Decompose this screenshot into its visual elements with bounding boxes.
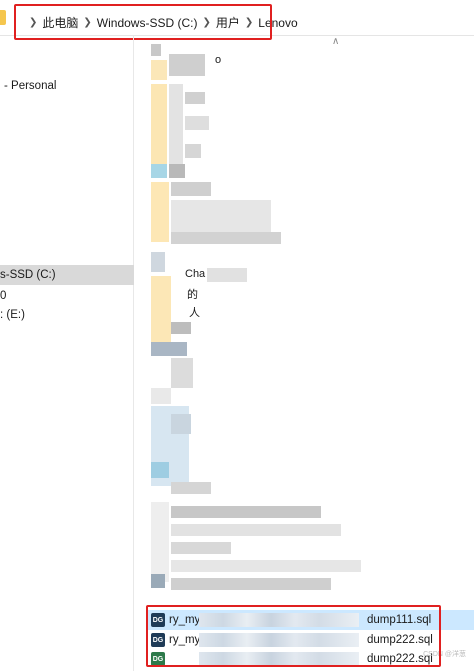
- blurred-row: [151, 388, 171, 404]
- blurred-row: [151, 164, 167, 178]
- blurred-row: [171, 358, 193, 388]
- breadcrumb-this-pc[interactable]: 此电脑: [42, 14, 78, 31]
- blurred-row: [169, 164, 185, 178]
- blurred-row: [171, 524, 341, 536]
- navigation-pane[interactable]: - Personal s-SSD (C:) 0 : (E:): [0, 36, 134, 671]
- blurred-row: [151, 252, 165, 272]
- datagrip-sql-icon: DG: [151, 633, 165, 647]
- blurred-row: [151, 574, 165, 588]
- file-name-prefix: ry_my: [169, 634, 201, 646]
- blurred-row: [171, 578, 331, 590]
- breadcrumb[interactable]: ❯ 此电脑 ❯ Windows-SSD (C:) ❯ 用户 ❯ Lenovo: [14, 5, 298, 40]
- blurred-row: [185, 92, 205, 104]
- blurred-row: [151, 342, 187, 356]
- file-list[interactable]: ∧ o Cha 的 人 DG ry_my dump111.sql DG ry_m…: [135, 36, 474, 671]
- blurred-row: [171, 482, 211, 494]
- address-bar[interactable]: ❯ 此电脑 ❯ Windows-SSD (C:) ❯ 用户 ❯ Lenovo: [0, 0, 474, 36]
- breadcrumb-lenovo[interactable]: Lenovo: [258, 16, 297, 30]
- datagrip-sql-icon: DG: [151, 613, 165, 627]
- nav-item-drive-d[interactable]: 0: [0, 286, 134, 306]
- redacted-name: [199, 613, 359, 627]
- chevron-right-icon: ❯: [202, 17, 211, 28]
- file-name-prefix: ry_my: [169, 614, 201, 626]
- nav-item-onedrive-personal[interactable]: - Personal: [0, 76, 134, 96]
- blurred-row: [171, 542, 231, 554]
- chevron-right-icon: ❯: [244, 17, 254, 28]
- watermark: CSDN @洋葱: [423, 651, 466, 658]
- folder-icon: [0, 10, 6, 25]
- blurred-row: [151, 84, 167, 164]
- blurred-row: [171, 232, 281, 244]
- nav-item-drive-e[interactable]: : (E:): [0, 305, 134, 325]
- blurred-row: [151, 502, 169, 582]
- blurred-row: [169, 84, 183, 164]
- partial-text: 人: [189, 307, 200, 319]
- blurred-row: [169, 54, 205, 76]
- redacted-name: [199, 633, 359, 647]
- blurred-row: [151, 276, 171, 346]
- nav-item-windows-ssd[interactable]: s-SSD (C:): [0, 265, 134, 285]
- partial-text: 的: [187, 289, 198, 301]
- file-row-dump111[interactable]: DG ry_my dump111.sql: [147, 610, 474, 630]
- file-name-suffix: dump111.sql: [367, 614, 432, 626]
- breadcrumb-drive-c[interactable]: Windows-SSD (C:): [97, 16, 198, 30]
- chevron-right-icon: ❯: [83, 17, 92, 28]
- blurred-row: [151, 182, 169, 242]
- blurred-row: [207, 268, 247, 282]
- datagrip-sql-icon: DG: [151, 652, 165, 666]
- blurred-row: [185, 144, 201, 158]
- redacted-name: [199, 652, 359, 666]
- sort-arrow-icon[interactable]: ∧: [332, 36, 339, 47]
- blurred-row: [151, 60, 167, 80]
- chevron-right-icon: ❯: [29, 17, 38, 28]
- blurred-row: [151, 462, 169, 478]
- blurred-row: [185, 116, 209, 130]
- blurred-row: [171, 322, 191, 334]
- file-name-suffix: dump222.sql: [367, 634, 433, 646]
- blurred-row: [171, 560, 361, 572]
- blurred-row: [171, 414, 191, 434]
- file-row-dump222[interactable]: DG ry_my dump222.sql: [147, 630, 474, 650]
- partial-text: Cha: [185, 268, 206, 280]
- blurred-row: [171, 182, 211, 196]
- blurred-row: [171, 506, 321, 518]
- breadcrumb-users[interactable]: 用户: [216, 14, 240, 31]
- partial-text: o: [215, 54, 222, 66]
- blurred-row: [151, 44, 161, 56]
